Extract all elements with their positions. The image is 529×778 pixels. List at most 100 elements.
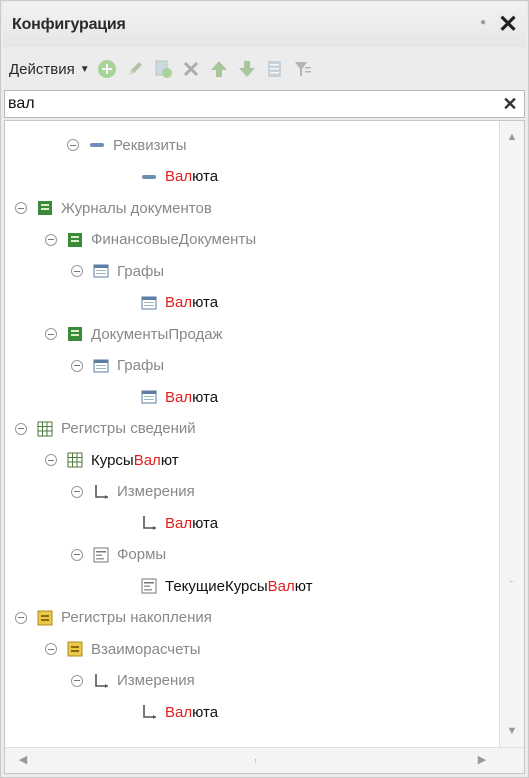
tree-node[interactable]: Измерения xyxy=(71,476,195,508)
tree-node[interactable]: Регистры накопления xyxy=(15,602,212,634)
label-text: Регистры накопления xyxy=(61,609,212,626)
search-match-highlight: Вал xyxy=(165,514,193,532)
scroll-down-icon[interactable]: ▼ xyxy=(500,719,524,743)
tree-node[interactable]: Измерения xyxy=(71,665,195,697)
collapse-toggle-icon[interactable] xyxy=(71,265,83,277)
scroll-right-icon[interactable]: ▶ xyxy=(470,748,494,772)
tree-node-label: ДокументыПродаж xyxy=(91,326,223,343)
filter-icon[interactable] xyxy=(292,58,314,80)
label-text: Измерения xyxy=(117,672,195,689)
tree-node[interactable]: Валюта xyxy=(141,507,218,539)
tree-node[interactable]: Графы xyxy=(71,255,164,287)
journal-icon xyxy=(67,326,83,342)
move-down-icon[interactable] xyxy=(236,58,258,80)
label-text: Регистры сведений xyxy=(61,420,196,437)
clear-search-icon[interactable]: ✕ xyxy=(498,91,522,117)
register-accum-icon xyxy=(67,641,83,657)
collapse-toggle-icon[interactable] xyxy=(15,422,27,435)
collapse-toggle-icon[interactable] xyxy=(71,548,83,561)
register-accum-icon xyxy=(37,610,53,626)
journal-icon xyxy=(67,232,83,248)
register-info-icon xyxy=(67,452,83,468)
attribute-icon xyxy=(141,169,157,185)
collapse-toggle-icon[interactable] xyxy=(71,359,83,372)
tree-node-label: Формы xyxy=(117,546,166,563)
scroll-grip[interactable] xyxy=(510,581,514,584)
collapse-toggle-icon[interactable] xyxy=(45,233,57,246)
tree-node[interactable]: ФинансовыеДокументы xyxy=(45,224,256,256)
tree-node-label: Регистры накопления xyxy=(61,609,212,626)
label-text: юта xyxy=(192,294,219,311)
collapse-toggle-icon[interactable] xyxy=(15,202,27,214)
tree-node-label: Валюта xyxy=(165,704,218,721)
copy-add-icon[interactable] xyxy=(152,58,174,80)
label-text: ют xyxy=(160,451,179,469)
tree-node[interactable]: Регистры сведений xyxy=(15,413,196,445)
close-icon[interactable]: ✕ xyxy=(496,10,520,40)
label-text: Формы xyxy=(117,546,167,563)
tree-node-label: Измерения xyxy=(117,672,195,689)
search-match-highlight: Вал xyxy=(165,388,193,406)
label-text: Измерения xyxy=(117,483,195,500)
label-text: ТекущиеКурсы xyxy=(165,577,268,595)
tree-node-label: Валюта xyxy=(165,515,218,532)
delete-icon[interactable] xyxy=(180,58,202,80)
metadata-tree: Реквизиты Валюта Журналы документов Финансо… xyxy=(5,121,498,747)
collapse-toggle-icon[interactable] xyxy=(45,643,57,655)
tree-node-label: Графы xyxy=(117,263,164,280)
search-match-highlight: Вал xyxy=(267,577,295,595)
caret-down-icon: ▼ xyxy=(79,63,90,75)
tree-node[interactable]: Журналы документов xyxy=(15,192,212,224)
label-text: Графы xyxy=(117,357,165,374)
edit-pencil-icon[interactable] xyxy=(124,58,146,80)
collapse-toggle-icon[interactable] xyxy=(45,454,57,466)
dimension-icon xyxy=(93,484,109,500)
horizontal-scrollbar[interactable]: ◀ ▶ xyxy=(5,747,524,773)
tree-node-label: Валюта xyxy=(165,168,218,185)
search-input[interactable] xyxy=(8,93,478,115)
column-icon xyxy=(93,358,109,374)
collapse-toggle-icon[interactable] xyxy=(71,485,83,498)
tree-node[interactable]: Валюта xyxy=(141,287,218,319)
tree-node[interactable]: Графы xyxy=(71,350,164,382)
tree-node-label: Валюта xyxy=(165,389,218,406)
scroll-left-icon[interactable]: ◀ xyxy=(11,748,35,772)
tree-node[interactable]: Взаиморасчеты xyxy=(45,633,201,665)
label-text: Графы xyxy=(117,262,165,280)
tree-node[interactable]: КурсыВалют xyxy=(45,444,179,476)
metadata-tree-panel: Реквизиты Валюта Журналы документов Финансо… xyxy=(4,120,525,774)
collapse-toggle-icon[interactable] xyxy=(67,139,79,151)
tree-node-label: Реквизиты xyxy=(113,137,187,154)
scroll-up-icon[interactable]: ▲ xyxy=(500,125,524,149)
register-info-icon xyxy=(37,421,53,437)
tree-node[interactable]: Реквизиты xyxy=(67,129,187,161)
collapse-toggle-icon[interactable] xyxy=(45,328,57,340)
form-icon xyxy=(93,547,109,563)
tree-node[interactable]: Валюта xyxy=(141,696,218,728)
label-text: юта xyxy=(192,703,219,721)
tree-node[interactable]: Валюта xyxy=(141,161,218,193)
column-icon xyxy=(93,263,109,279)
search-box: ✕ xyxy=(4,90,525,118)
dimension-icon xyxy=(93,673,109,689)
search-match-highlight: Вал xyxy=(133,451,161,469)
search-match-highlight: Вал xyxy=(165,703,193,721)
add-icon[interactable] xyxy=(96,58,118,80)
pin-icon[interactable]: ● xyxy=(480,17,486,28)
collapse-toggle-icon[interactable] xyxy=(15,611,27,624)
dimension-icon xyxy=(141,515,157,531)
tree-node-label: ТекущиеКурсыВалют xyxy=(165,578,313,595)
collapse-toggle-icon[interactable] xyxy=(71,674,83,687)
tree-node[interactable]: ДокументыПродаж xyxy=(45,318,223,350)
tree-node[interactable]: ТекущиеКурсыВалют xyxy=(141,570,313,602)
vertical-scrollbar[interactable]: ▲ ▼ xyxy=(499,121,524,747)
actions-menu-button[interactable]: Действия ▼ xyxy=(9,61,90,78)
tree-node[interactable]: Валюта xyxy=(141,381,218,413)
column-icon xyxy=(141,389,157,405)
list-icon[interactable] xyxy=(264,58,286,80)
hscroll-grip[interactable] xyxy=(255,759,260,763)
label-text: Реквизиты xyxy=(113,136,187,154)
configuration-panel: Конфигурация ● ✕ Действия ▼ вал ✕ Реквиз… xyxy=(0,0,529,778)
move-up-icon[interactable] xyxy=(208,58,230,80)
tree-node[interactable]: Формы xyxy=(71,539,166,571)
